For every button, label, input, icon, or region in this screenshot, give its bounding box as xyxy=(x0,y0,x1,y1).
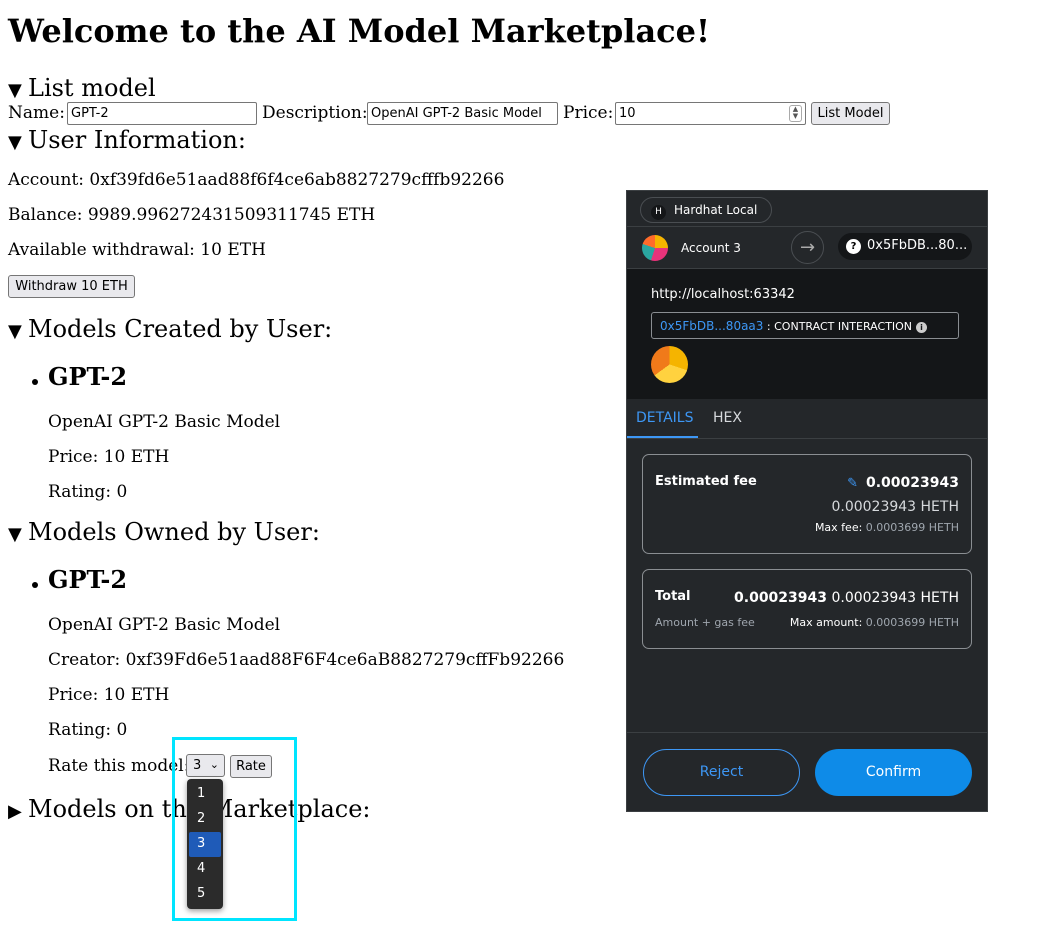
max-amount: Max amount: 0.0003699 HETH xyxy=(789,616,959,629)
created-model-rating: Rating: 0 xyxy=(48,482,128,502)
rating-option[interactable]: 1 xyxy=(189,782,221,807)
rating-option[interactable]: 2 xyxy=(189,807,221,832)
list-model-summary[interactable]: ▼ List model xyxy=(8,74,156,102)
divider xyxy=(627,438,987,439)
account-avatar-icon xyxy=(642,235,668,261)
number-spinner-icon[interactable]: ▲ ▼ xyxy=(789,105,802,122)
network-icon: H xyxy=(651,205,666,220)
list-bullet xyxy=(32,582,38,588)
owned-models-summary[interactable]: ▼ Models Owned by User: xyxy=(8,518,320,546)
rating-option[interactable]: 5 xyxy=(189,882,221,907)
rate-button[interactable]: Rate xyxy=(230,755,272,778)
origin-url: http://localhost:63342 xyxy=(651,287,795,302)
rating-option[interactable]: 4 xyxy=(189,857,221,882)
total-label: Total xyxy=(655,589,691,604)
account-name: Account 3 xyxy=(681,241,741,255)
account-text: Account: 0xf39fd6e51aad88f6f4ce6ab882727… xyxy=(8,170,505,190)
created-model-price: Price: 10 ETH xyxy=(48,447,170,467)
owned-model-creator: Creator: 0xf39Fd6e51aad88F6F4ce6aB882727… xyxy=(48,650,565,670)
edit-pencil-icon[interactable]: ✎ xyxy=(847,476,858,491)
active-tab-indicator xyxy=(627,436,698,438)
name-label: Name: xyxy=(8,103,65,123)
description-input[interactable]: OpenAI GPT-2 Basic Model xyxy=(367,102,558,125)
chevron-down-icon: ⌄ xyxy=(209,758,219,771)
contract-address-link[interactable]: 0x5FbDB...80aa3 xyxy=(660,319,763,333)
rate-label: Rate this model: xyxy=(48,756,190,776)
name-input[interactable]: GPT-2 xyxy=(67,102,257,125)
price-input[interactable]: 10 ▲ ▼ xyxy=(615,102,806,125)
rating-dropdown-list: 1 2 3 4 5 xyxy=(187,779,223,909)
rating-select[interactable]: 3 ⌄ xyxy=(186,754,225,777)
rating-select-value: 3 xyxy=(193,758,202,773)
reject-button[interactable]: Reject xyxy=(643,749,800,796)
token-icon xyxy=(651,346,688,383)
estimated-fee-card: Estimated fee ✎ 0.00023943 0.00023943 HET… xyxy=(642,454,972,554)
tab-hex[interactable]: HEX xyxy=(713,410,742,426)
price-label: Price: xyxy=(563,103,614,123)
arrow-right-icon: → xyxy=(791,231,824,264)
owned-model-description: OpenAI GPT-2 Basic Model xyxy=(48,615,281,635)
expanded-triangle-icon: ▼ xyxy=(8,132,22,153)
page-title: Welcome to the AI Model Marketplace! xyxy=(8,12,711,50)
list-model-button[interactable]: List Model xyxy=(811,102,890,125)
tab-details[interactable]: DETAILS xyxy=(636,410,693,426)
withdrawal-text: Available withdrawal: 10 ETH xyxy=(8,240,266,260)
created-models-summary[interactable]: ▼ Models Created by User: xyxy=(8,315,332,343)
info-icon[interactable]: i xyxy=(916,322,928,333)
price-value: 10 xyxy=(619,106,636,121)
owned-model-rating: Rating: 0 xyxy=(48,720,128,740)
contract-interaction-label: 0x5FbDB...80aa3 : CONTRACT INTERACTION i xyxy=(651,312,959,339)
created-model-description: OpenAI GPT-2 Basic Model xyxy=(48,412,281,432)
expanded-triangle-icon: ▼ xyxy=(8,321,22,342)
expanded-triangle-icon: ▼ xyxy=(8,524,22,545)
divider xyxy=(627,732,987,733)
balance-text: Balance: 9989.996272431509311745 ETH xyxy=(8,205,376,225)
owned-model-price: Price: 10 ETH xyxy=(48,685,170,705)
amount-gas-label: Amount + gas fee xyxy=(655,616,755,629)
fee-heth: 0.00023943 HETH xyxy=(831,499,959,515)
fee-label: Estimated fee xyxy=(655,474,757,489)
metamask-popup: H Hardhat Local Account 3 → ? 0x5FbDB...80… xyxy=(626,190,988,812)
divider xyxy=(627,268,987,269)
max-fee: Max fee: 0.0003699 HETH xyxy=(814,521,959,534)
fee-value[interactable]: ✎ 0.00023943 xyxy=(847,475,959,491)
unknown-contract-icon: ? xyxy=(846,239,861,254)
total-card: Total 0.00023943 0.00023943 HETH Amount … xyxy=(642,569,972,649)
divider xyxy=(627,226,987,227)
total-value: 0.00023943 0.00023943 HETH xyxy=(734,590,959,606)
withdraw-button[interactable]: Withdraw 10 ETH xyxy=(8,275,135,298)
user-info-summary[interactable]: ▼ User Information: xyxy=(8,126,246,154)
owned-model-name: GPT-2 xyxy=(48,565,128,594)
confirm-button[interactable]: Confirm xyxy=(815,749,972,796)
list-bullet xyxy=(32,379,38,385)
description-label: Description: xyxy=(262,103,368,123)
collapsed-triangle-icon: ▶ xyxy=(8,801,22,822)
created-model-name: GPT-2 xyxy=(48,362,128,391)
rating-option-selected[interactable]: 3 xyxy=(189,832,221,857)
tab-bar: DETAILS HEX xyxy=(627,399,987,440)
network-selector[interactable]: H Hardhat Local xyxy=(640,197,772,223)
expanded-triangle-icon: ▼ xyxy=(8,80,22,101)
destination-address[interactable]: ? 0x5FbDB...80... xyxy=(838,233,972,260)
